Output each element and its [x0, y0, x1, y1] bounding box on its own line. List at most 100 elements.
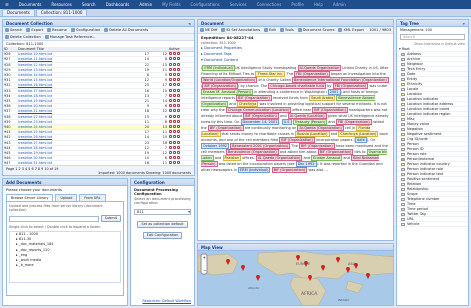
nav-item-10[interactable]: Help	[309, 2, 328, 7]
nav-item-11[interactable]: Admin	[328, 2, 351, 7]
delete-icon[interactable]	[177, 119, 180, 123]
delete-icon[interactable]	[177, 93, 180, 97]
doc-tool-2[interactable]: Edit	[263, 28, 276, 32]
edit-icon[interactable]	[173, 88, 176, 92]
add-tab-2[interactable]: From URL	[79, 194, 106, 201]
view-icon[interactable]	[169, 83, 172, 87]
nav-item-0[interactable]: Documents	[14, 2, 47, 7]
edit-icon[interactable]	[173, 125, 176, 129]
doc-tool-3[interactable]: Tools	[279, 28, 294, 32]
location-annotation[interactable]: Three-Star Inc.	[255, 71, 286, 77]
edit-icon[interactable]	[173, 145, 176, 149]
app-menu-icon[interactable]: ☰	[0, 2, 14, 7]
edit-icon[interactable]	[173, 135, 176, 139]
view-icon[interactable]	[169, 67, 172, 71]
delete-icon[interactable]	[177, 156, 180, 160]
edit-icon[interactable]	[173, 114, 176, 118]
view-icon[interactable]	[169, 73, 172, 77]
nav-item-6[interactable]: Configurations	[186, 2, 225, 7]
delete-icon[interactable]	[177, 62, 180, 66]
view-icon[interactable]	[169, 93, 172, 97]
edit-icon[interactable]	[173, 99, 176, 103]
add-tab-0[interactable]: Browse Server Library	[6, 194, 54, 201]
date-annotation[interactable]: ERM (Individual)	[237, 167, 271, 173]
delete-icon[interactable]	[177, 140, 180, 144]
view-icon[interactable]	[169, 99, 172, 103]
collection-tool-2[interactable]: Rename	[47, 28, 67, 32]
edit-icon[interactable]	[173, 83, 176, 87]
config-footer-link[interactable]: Resources: Default Workflow	[142, 299, 191, 303]
edit-icon[interactable]	[173, 52, 176, 56]
edit-icon[interactable]	[173, 62, 176, 66]
edit-icon[interactable]	[173, 104, 176, 108]
view-icon[interactable]	[169, 109, 172, 113]
edit-icon[interactable]	[173, 78, 176, 82]
delete-icon[interactable]	[177, 57, 180, 61]
set-default-button[interactable]: Set as collection default	[137, 221, 188, 228]
delete-icon[interactable]	[177, 109, 180, 113]
person-annotation[interactable]: ERM (Individual)	[202, 65, 235, 71]
date-annotation[interactable]: October 1992	[201, 143, 230, 149]
location-annotation[interactable]: Pakistan	[222, 155, 242, 161]
edit-icon[interactable]	[173, 130, 176, 134]
view-icon[interactable]	[169, 57, 172, 61]
collapse-icon[interactable]: «	[188, 20, 191, 26]
edit-icon[interactable]	[173, 93, 176, 97]
location-annotation[interactable]: Saudi Arabia	[309, 95, 336, 101]
view-icon[interactable]	[169, 114, 172, 118]
view-icon[interactable]	[169, 52, 172, 56]
delete-icon[interactable]	[177, 130, 180, 134]
config-select[interactable]: 811 ▾	[134, 209, 191, 215]
view-icon[interactable]	[169, 78, 172, 82]
delete-icon[interactable]	[177, 73, 180, 77]
nav-item-1[interactable]: Resources	[46, 2, 76, 7]
tab-0[interactable]: Documents	[2, 9, 35, 16]
edit-icon[interactable]	[173, 151, 176, 155]
date-annotation[interactable]: U.S	[281, 119, 292, 125]
delete-icon[interactable]	[177, 78, 180, 82]
edit-configuration-button[interactable]: Edit Configuration	[142, 232, 183, 239]
view-icon[interactable]	[169, 151, 172, 155]
organization-annotation[interactable]: BIF (Organization)	[271, 167, 308, 173]
delete-icon[interactable]	[177, 104, 180, 108]
delete-icon[interactable]	[177, 99, 180, 103]
delete-icon[interactable]	[177, 83, 180, 87]
path-input[interactable]	[9, 215, 99, 222]
collection-tool-4[interactable]: Delete All Documents	[104, 28, 148, 32]
view-icon[interactable]	[169, 125, 172, 129]
edit-icon[interactable]	[173, 156, 176, 160]
doc-tool-4[interactable]: Document Scores	[297, 28, 334, 32]
nav-item-5[interactable]: My Fields	[157, 2, 185, 7]
delete-icon[interactable]	[177, 52, 180, 56]
delete-icon[interactable]	[177, 145, 180, 149]
map-zoom-control[interactable]: + −	[200, 253, 208, 275]
edit-icon[interactable]	[173, 57, 176, 61]
edit-icon[interactable]	[173, 140, 176, 144]
tab-1[interactable]: Collection: 811-1000	[35, 9, 88, 16]
view-icon[interactable]	[169, 135, 172, 139]
world-map[interactable]: EUROPE ASIA AFRICA Atlantic INDIAN + −	[198, 251, 394, 306]
collection-tool-0[interactable]: Search	[5, 28, 22, 32]
doc-tool-5[interactable]: XML Export	[338, 28, 364, 32]
view-icon[interactable]	[169, 62, 172, 66]
collapse-icon[interactable]: »	[462, 20, 465, 26]
view-icon[interactable]	[169, 88, 172, 92]
submit-button[interactable]: Submit	[100, 215, 121, 222]
view-icon[interactable]	[169, 130, 172, 134]
edit-icon[interactable]	[173, 119, 176, 123]
delete-icon[interactable]	[177, 135, 180, 139]
collection-tool-1[interactable]: Export	[26, 28, 43, 32]
delete-icon[interactable]	[177, 67, 180, 71]
collection-tool2-1[interactable]: Manage Task Reference...	[44, 35, 96, 39]
nav-item-4[interactable]: Admin	[134, 2, 157, 7]
add-tab-1[interactable]: Upload	[55, 194, 78, 201]
edit-icon[interactable]	[173, 73, 176, 77]
nav-item-2[interactable]: Search	[77, 2, 101, 7]
edit-icon[interactable]	[173, 67, 176, 71]
tag-search-input[interactable]: Search	[400, 34, 465, 40]
tag-item[interactable]: Vehicle	[397, 222, 468, 227]
view-icon[interactable]	[169, 119, 172, 123]
view-icon[interactable]	[169, 140, 172, 144]
view-icon[interactable]	[169, 156, 172, 160]
collection-tool-3[interactable]: Configuration	[70, 28, 100, 32]
